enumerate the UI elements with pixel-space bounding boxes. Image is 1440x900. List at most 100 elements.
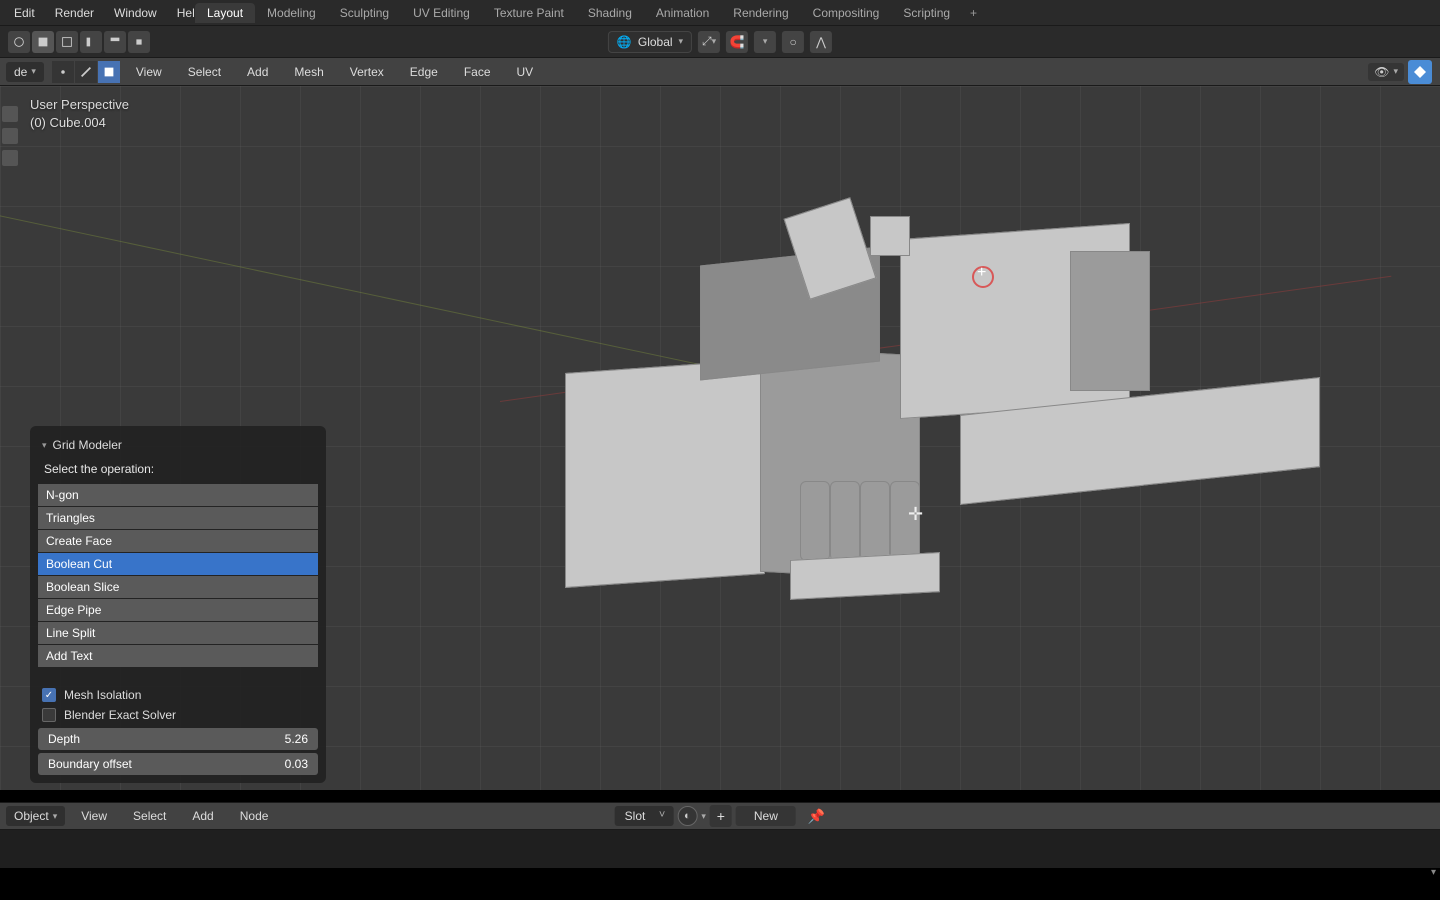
tab-texture-paint[interactable]: Texture Paint [482,3,576,23]
header-toolbar: 🌐 Global ▾ ⤢▾ 🧲 ▾ ○ ⋀ [0,26,1440,58]
node-menu-node[interactable]: Node [230,805,279,827]
visibility-dropdown[interactable]: 👁 ▾ [1368,63,1404,81]
tab-layout[interactable]: Layout [195,3,255,23]
viewport-info-overlay: User Perspective (0) Cube.004 [30,96,129,132]
snap-face-icon[interactable] [56,31,78,53]
check-mesh-isolation[interactable]: Mesh Isolation [38,685,318,705]
mesh-face [830,481,860,561]
mesh-face [860,481,890,561]
link-icon: ⤢ [702,34,712,49]
node-center-controls: Slot ◐ ▾ + New 📌 [615,805,826,827]
field-value: 5.26 [285,732,308,746]
operator-panel-header[interactable]: ▾ Grid Modeler [38,434,318,458]
menu-face[interactable]: Face [454,61,501,83]
bottom-strip: ▾ [0,868,1440,900]
mode-label: de [14,65,27,79]
top-menu-bar: Edit Render Window Help Layout Modeling … [0,0,1440,26]
menu-vertex[interactable]: Vertex [340,61,394,83]
node-menu-view[interactable]: View [71,805,117,827]
op-item-triangles[interactable]: Triangles [38,507,318,529]
tab-shading[interactable]: Shading [576,3,644,23]
operator-title: Grid Modeler [53,438,122,452]
material-slot-dropdown[interactable]: Slot [615,806,674,826]
op-item-ngon[interactable]: N-gon [38,484,318,506]
op-item-line-split[interactable]: Line Split [38,622,318,644]
add-material-button[interactable]: + [710,805,732,827]
mesh-face [870,216,910,256]
proportional-type-icon[interactable]: ⋀ [810,31,832,53]
menu-edit[interactable]: Edit [4,2,45,24]
vertex-select-mode-icon[interactable] [52,61,74,83]
left-toolbar [2,106,20,166]
menu-edge[interactable]: Edge [400,61,448,83]
operator-list: N-gon Triangles Create Face Boolean Cut … [38,484,318,667]
tool-icon[interactable] [2,128,18,144]
select-mode-group [52,61,120,83]
3d-viewport[interactable]: ✛ User Perspective (0) Cube.004 ▾ Grid M… [0,86,1440,790]
chevron-down-icon: ▾ [42,440,47,451]
menu-add[interactable]: Add [237,61,278,83]
tab-rendering[interactable]: Rendering [721,3,800,23]
cursor-tool-icon[interactable] [8,31,30,53]
op-item-edge-pipe[interactable]: Edge Pipe [38,599,318,621]
tab-uv-editing[interactable]: UV Editing [401,3,482,23]
tab-animation[interactable]: Animation [644,3,721,23]
checkbox-icon [42,688,56,702]
transform-orientation-dropdown[interactable]: 🌐 Global ▾ [608,31,692,53]
op-item-boolean-cut[interactable]: Boolean Cut [38,553,318,575]
material-browse-icon[interactable]: ◐ [677,806,697,826]
snap-toggle-icon[interactable]: 🧲 [726,31,748,53]
chevron-down-icon: ▾ [701,811,706,822]
proportional-edit-icon[interactable]: ○ [782,31,804,53]
overlays-toggle-icon[interactable] [1408,60,1432,84]
face-select-mode-icon[interactable] [98,61,120,83]
3d-cursor-icon [972,266,994,288]
op-item-create-face[interactable]: Create Face [38,530,318,552]
check-label: Mesh Isolation [64,688,141,702]
snap-grid-icon[interactable] [32,31,54,53]
op-item-boolean-slice[interactable]: Boolean Slice [38,576,318,598]
depth-field[interactable]: Depth 5.26 [38,728,318,750]
menu-window[interactable]: Window [104,2,167,24]
menu-render[interactable]: Render [45,2,104,24]
node-menu-add[interactable]: Add [182,805,223,827]
tab-scripting[interactable]: Scripting [891,3,962,23]
snap-vertex-icon[interactable] [104,31,126,53]
mode-dropdown[interactable]: de ▾ [6,62,44,82]
node-menu-select[interactable]: Select [123,805,176,827]
operator-checks: Mesh Isolation Blender Exact Solver Dept… [38,685,318,775]
node-mode-dropdown[interactable]: Object ▾ [6,806,65,826]
chevron-down-icon[interactable]: ▾ [1431,867,1436,878]
edge-select-mode-icon[interactable] [75,61,97,83]
active-object-label: (0) Cube.004 [30,114,129,132]
menu-select[interactable]: Select [178,61,231,83]
mode-label: Object [14,809,49,823]
menu-mesh[interactable]: Mesh [284,61,333,83]
eye-icon: 👁 [1374,65,1389,79]
workspace-tabs: Layout Modeling Sculpting UV Editing Tex… [195,3,985,23]
boundary-offset-field[interactable]: Boundary offset 0.03 [38,753,318,775]
menu-uv[interactable]: UV [507,61,544,83]
snap-edge-icon[interactable] [80,31,102,53]
new-material-button[interactable]: New [736,806,796,826]
menu-view[interactable]: View [126,61,172,83]
tab-add-button[interactable]: + [962,3,985,23]
tab-compositing[interactable]: Compositing [801,3,892,23]
chevron-down-icon: ▾ [53,811,58,822]
snap-misc-icon[interactable] [128,31,150,53]
tool-icon[interactable] [2,150,18,166]
mode-menu-bar: de ▾ View Select Add Mesh Vertex Edge Fa… [0,58,1440,86]
pin-icon[interactable]: 📌 [808,808,825,825]
operator-subtitle: Select the operation: [38,458,318,484]
snap-type-dropdown[interactable]: ▾ [754,31,776,53]
tool-icon[interactable] [2,106,18,122]
pivot-point-icon[interactable]: ⤢▾ [698,31,720,53]
tab-modeling[interactable]: Modeling [255,3,328,23]
mesh-face [800,481,830,561]
crosshair-cursor-icon: ✛ [908,504,923,525]
node-editor-area[interactable] [0,830,1440,868]
op-item-add-text[interactable]: Add Text [38,645,318,667]
mesh-face [790,552,940,600]
tab-sculpting[interactable]: Sculpting [328,3,401,23]
check-exact-solver[interactable]: Blender Exact Solver [38,705,318,725]
